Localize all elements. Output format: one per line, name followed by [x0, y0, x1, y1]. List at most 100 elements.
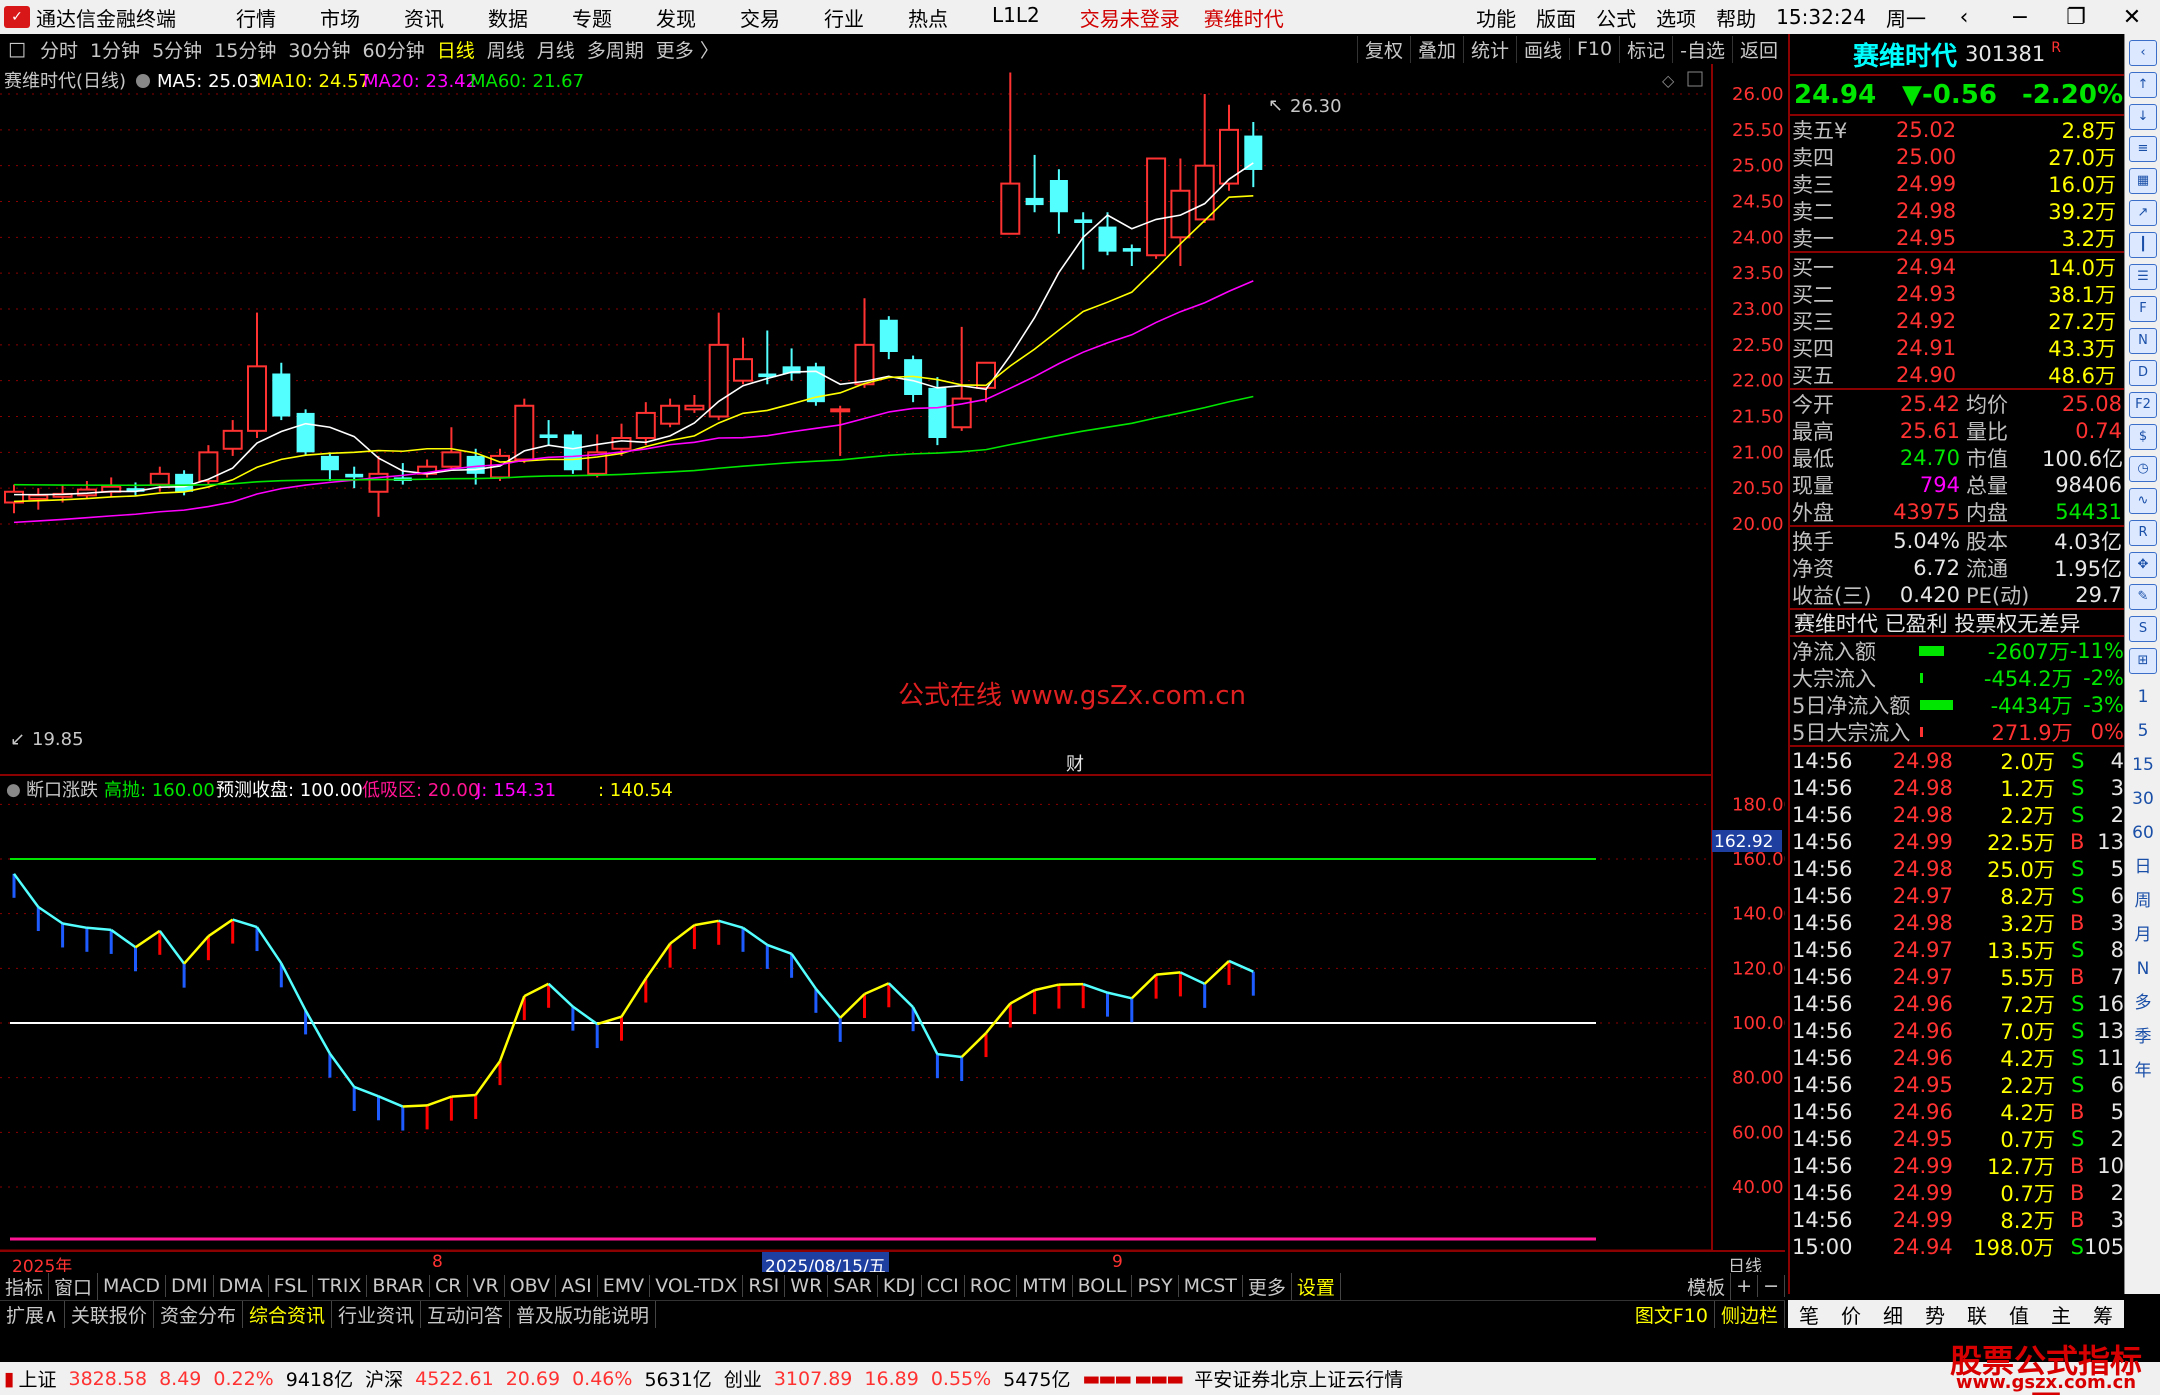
candle-body-down[interactable]	[1122, 248, 1141, 252]
candle-body-down[interactable]	[563, 434, 582, 471]
candle-body-up[interactable]	[635, 411, 656, 439]
tick-row[interactable]: 14:56 24.96 4.2万 B 5	[1790, 1098, 2124, 1125]
table-icon[interactable]: ▦	[2129, 168, 2157, 194]
tick-row[interactable]: 14:56 24.99 8.2万 B 3	[1790, 1206, 2124, 1233]
indicator-tab-right-1[interactable]: +	[1731, 1275, 1759, 1297]
candle-body-up[interactable]	[1194, 164, 1215, 221]
period-tab-9[interactable]: 多周期	[581, 36, 650, 63]
ext-tab-3[interactable]: 综合资讯	[243, 1301, 332, 1328]
menu-item-2[interactable]: 资讯	[404, 3, 444, 32]
indicator-tab-7[interactable]: BRAR	[367, 1275, 431, 1297]
settings-icon[interactable]	[136, 74, 150, 88]
menu-item-0[interactable]: 行情	[236, 3, 276, 32]
f10-icon[interactable]: F	[2129, 296, 2157, 322]
ext-tab-2[interactable]: 资金分布	[154, 1301, 243, 1328]
restore-icon[interactable]: ❐	[2058, 5, 2094, 30]
indicator-tab-5[interactable]: FSL	[269, 1275, 313, 1297]
period-char-item[interactable]: 月	[2125, 918, 2160, 952]
ext-tab-6[interactable]: 普及版功能说明	[510, 1301, 657, 1328]
indicator-tab-15[interactable]: WR	[785, 1275, 829, 1297]
indicator-tab-10[interactable]: OBV	[505, 1275, 557, 1297]
tick-row[interactable]: 14:56 24.98 2.2万 S 2	[1790, 801, 2124, 828]
grid-icon[interactable]: ⊞	[2129, 648, 2157, 674]
minute-period-item[interactable]: 30	[2125, 782, 2160, 816]
quote-tab-2[interactable]: 细	[1883, 1300, 1903, 1329]
clock-icon[interactable]: ◷	[2129, 456, 2157, 482]
ext-tab-4[interactable]: 行业资讯	[332, 1301, 421, 1328]
ext-right-1[interactable]: 侧边栏	[1715, 1301, 1785, 1328]
menu-item-5[interactable]: 发现	[656, 3, 696, 32]
indicator-tab-right-2[interactable]: −	[1758, 1275, 1785, 1297]
tool-button-0[interactable]: 复权	[1356, 35, 1410, 63]
bid-row[interactable]: 买五 24.90 48.6万	[1790, 361, 2124, 388]
tick-row[interactable]: 14:56 24.95 0.7万 S 2	[1790, 1125, 2124, 1152]
indicator-tab-19[interactable]: ROC	[965, 1275, 1018, 1297]
rsi-icon[interactable]: R	[2129, 520, 2157, 546]
indicator-tab-9[interactable]: VR	[468, 1275, 505, 1297]
candle-body-up[interactable]	[660, 404, 681, 425]
candle-body-down[interactable]	[1074, 219, 1093, 223]
indicator-tab-18[interactable]: CCI	[922, 1275, 965, 1297]
indicator-tab-14[interactable]: RSI	[743, 1275, 786, 1297]
tick-list[interactable]: 14:56 24.98 2.0万 S 4 14:56 24.98 1.2万 S 3 14:56 24.…	[1790, 745, 2124, 1260]
tick-row[interactable]: 15:00 24.94 198.0万 S 105	[1790, 1233, 2124, 1260]
indicator-tab-20[interactable]: MTM	[1017, 1275, 1073, 1297]
indicator-chart[interactable]: 180.00 160.00 140.00 120.00 100.00 80.00 60.00…	[0, 776, 1795, 1251]
candle-body-down[interactable]	[272, 373, 291, 417]
candle-body-down[interactable]	[539, 434, 558, 438]
current-stock-name[interactable]: 赛维时代	[1204, 3, 1284, 32]
tick-row[interactable]: 14:56 24.98 2.0万 S 4	[1790, 747, 2124, 774]
ask-row[interactable]: 卖五¥ 25.02 2.8万	[1790, 116, 2124, 143]
finance-marker[interactable]: 财	[1066, 754, 1084, 775]
indicator-tab-23[interactable]: MCST	[1179, 1275, 1243, 1297]
right-menu-item-2[interactable]: 公式	[1596, 3, 1636, 32]
tool-button-2[interactable]: 统计	[1462, 35, 1516, 63]
candle-body-up[interactable]	[1146, 157, 1167, 257]
candle-body-up[interactable]	[830, 408, 851, 413]
indicator-svg[interactable]: 180.00 160.00 140.00 120.00 100.00 80.00 60.00…	[0, 776, 1795, 1251]
period-tab-6[interactable]: 日线	[431, 36, 481, 63]
tick-row[interactable]: 14:56 24.99 12.7万 B 10	[1790, 1152, 2124, 1179]
period-tab-7[interactable]: 周线	[481, 36, 531, 63]
quote-tab-6[interactable]: 主	[2051, 1300, 2071, 1329]
diamond-icon[interactable]: ◇	[1662, 71, 1675, 90]
period-tab-5[interactable]: 60分钟	[357, 36, 431, 63]
candle-body-up[interactable]	[28, 494, 49, 500]
candle-body-up[interactable]	[247, 365, 267, 432]
period-tab-8[interactable]: 月线	[531, 36, 581, 63]
ask-row[interactable]: 卖三 24.99 16.0万	[1790, 170, 2124, 197]
candle-body-up[interactable]	[1170, 189, 1191, 239]
news-icon[interactable]: N	[2129, 328, 2157, 354]
period-tab-10[interactable]: 更多 〉	[650, 36, 725, 63]
quote-tab-4[interactable]: 联	[1967, 1300, 1987, 1329]
candle-body-down[interactable]	[1049, 180, 1068, 213]
kline-icon[interactable]: ┃	[2129, 232, 2157, 258]
indicator-tab-right-0[interactable]: 模板	[1682, 1272, 1732, 1300]
trade-login-status[interactable]: 交易未登录	[1080, 3, 1180, 32]
sz-label[interactable]: 沪深	[365, 1365, 403, 1392]
candle-body-down[interactable]	[1098, 226, 1117, 252]
period-char-item[interactable]: 周	[2125, 884, 2160, 918]
ext-tab-5[interactable]: 互动问答	[421, 1301, 510, 1328]
tick-row[interactable]: 14:56 24.98 25.0万 S 5	[1790, 855, 2124, 882]
info-line[interactable]: 赛维时代 已盈利 投票权无差异	[1790, 608, 2124, 636]
candle-body-up[interactable]	[149, 472, 170, 486]
candle-body-down[interactable]	[928, 387, 947, 438]
period-tab-3[interactable]: 15分钟	[208, 36, 282, 63]
candle-body-up[interactable]	[222, 429, 243, 450]
tool-button-4[interactable]: F10	[1569, 38, 1619, 60]
indicator-tab-16[interactable]: SAR	[828, 1275, 878, 1297]
tick-row[interactable]: 14:56 24.97 8.2万 S 6	[1790, 882, 2124, 909]
tick-row[interactable]: 14:56 24.98 1.2万 S 3	[1790, 774, 2124, 801]
quote-tab-5[interactable]: 值	[2009, 1300, 2029, 1329]
tick-row[interactable]: 14:56 24.95 2.2万 S 6	[1790, 1071, 2124, 1098]
menu-item-3[interactable]: 数据	[488, 3, 528, 32]
indicator-tab-12[interactable]: EMV	[598, 1275, 651, 1297]
quote-tab-7[interactable]: 筹	[2093, 1300, 2113, 1329]
candle-body-down[interactable]	[175, 473, 194, 492]
indicator-tab-0[interactable]: 指标	[0, 1272, 50, 1300]
candle-body-up[interactable]	[684, 404, 705, 411]
trend-icon[interactable]: ↗	[2129, 200, 2157, 226]
menu-item-7[interactable]: 行业	[824, 3, 864, 32]
right-menu-item-0[interactable]: 功能	[1476, 3, 1516, 32]
